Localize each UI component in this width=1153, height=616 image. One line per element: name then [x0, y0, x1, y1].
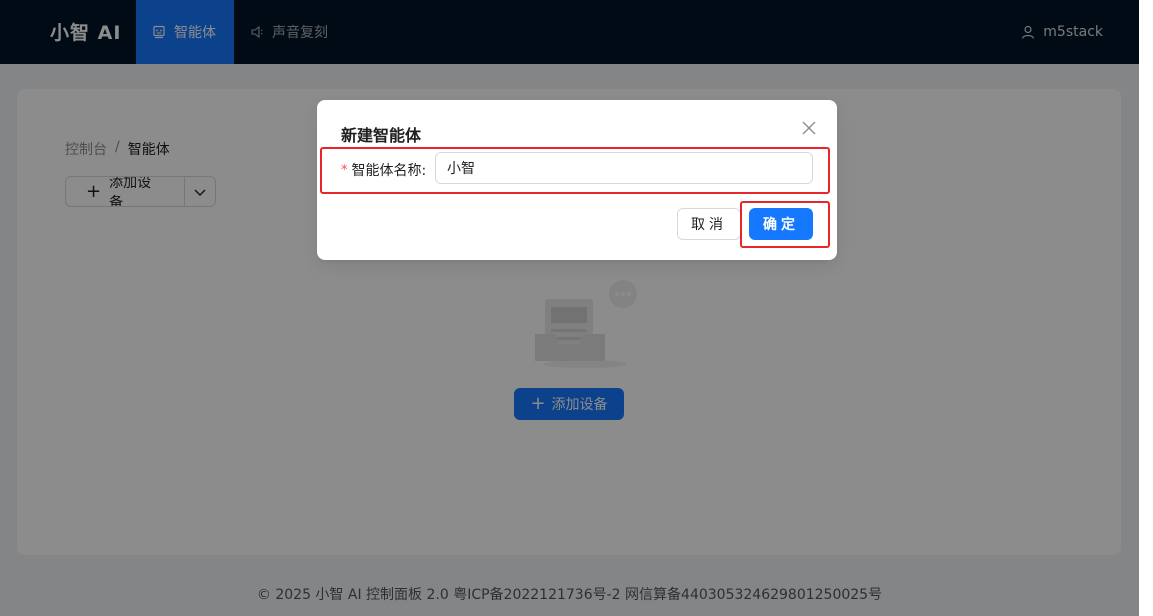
close-icon[interactable]	[801, 120, 817, 136]
required-mark: *	[341, 162, 348, 178]
agent-name-input[interactable]	[435, 152, 813, 184]
modal-mask[interactable]	[0, 0, 1139, 616]
modal-title: 新建智能体	[341, 126, 422, 145]
ok-button[interactable]: 确定	[749, 208, 813, 240]
create-agent-modal: 新建智能体 * 智能体名称: 取消 确定	[317, 100, 837, 260]
cancel-button[interactable]: 取消	[677, 208, 741, 240]
agent-name-label: * 智能体名称:	[341, 160, 426, 180]
agent-name-label-text: 智能体名称:	[351, 163, 427, 179]
scrollbar-gutter	[1139, 0, 1153, 616]
